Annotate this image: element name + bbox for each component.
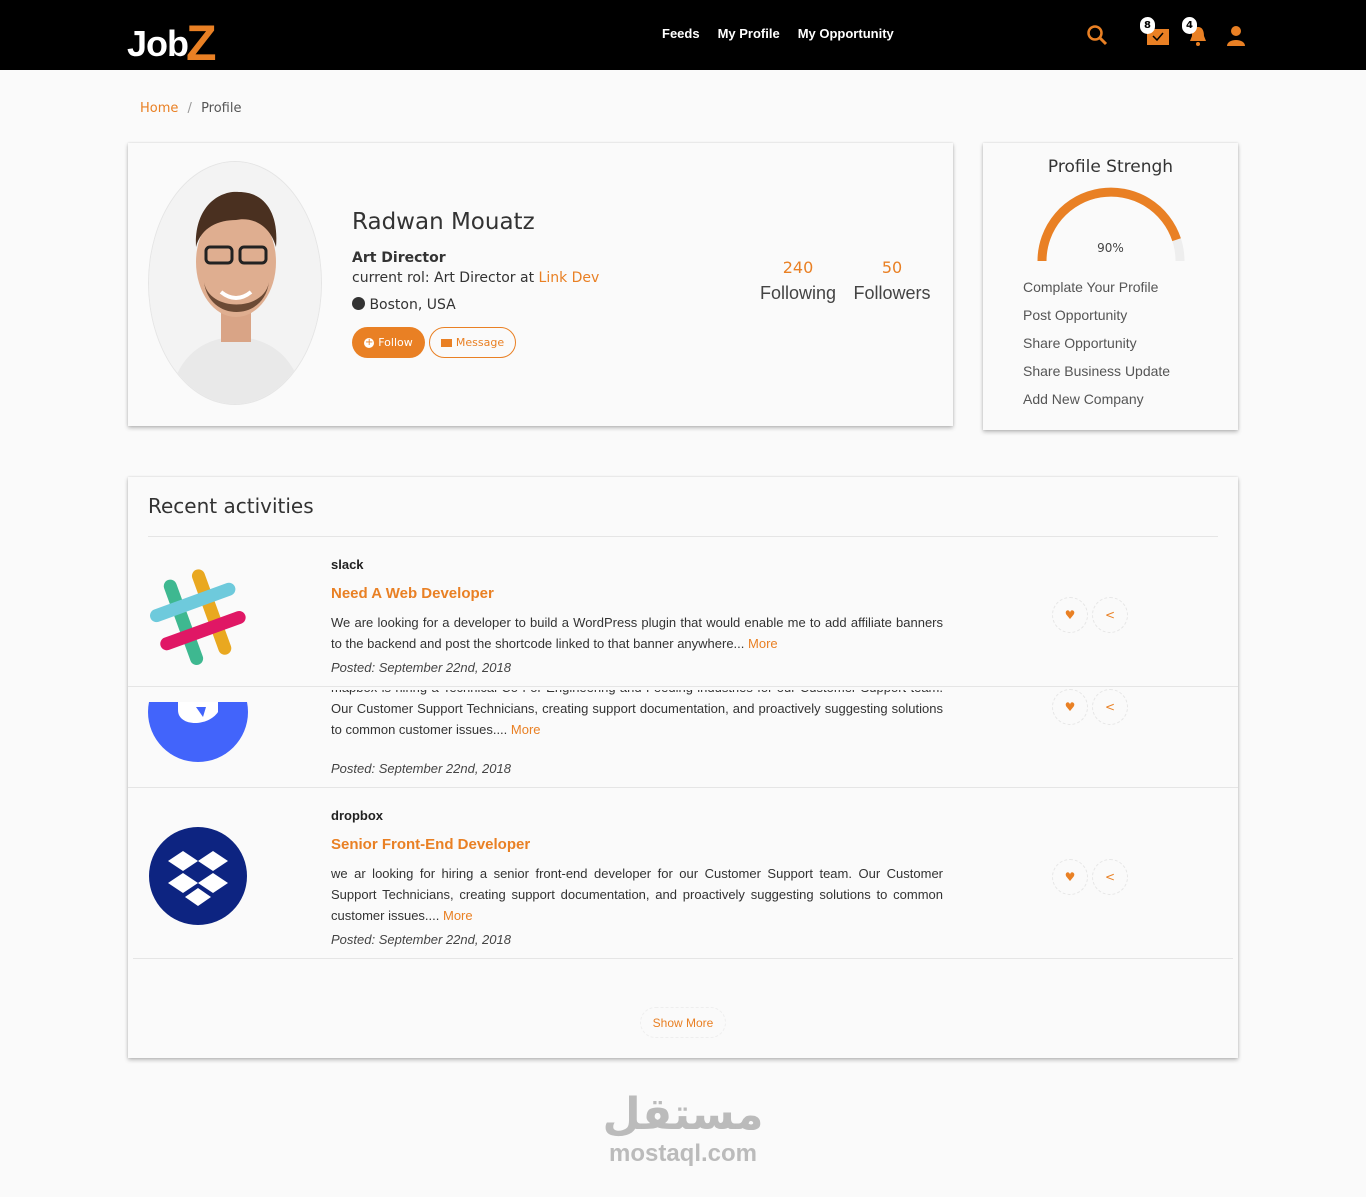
plus-circle-icon: + [364, 336, 375, 348]
share-button[interactable]: < [1092, 859, 1128, 895]
job-title[interactable]: Senior Front-End Developer [331, 836, 530, 853]
followers-stat[interactable]: 50 Followers [852, 258, 932, 304]
location-text: Boston, USA [369, 297, 456, 313]
message-label: Message [455, 336, 505, 349]
more-link[interactable]: More [748, 636, 778, 651]
follow-label: Follow [378, 336, 413, 349]
like-button[interactable]: ♥ [1052, 689, 1088, 725]
nav-my-opportunity[interactable]: My Opportunity [798, 26, 894, 41]
activity-item: mapbox is hiring a Technical Co f or Eng… [128, 687, 1238, 787]
breadcrumb: Home / Profile [140, 101, 241, 116]
company-name: dropbox [331, 808, 383, 823]
show-more-button[interactable]: Show More [640, 1007, 726, 1038]
logo-accent: Z [186, 15, 217, 71]
heart-icon: ♥ [1064, 870, 1076, 884]
search-icon[interactable] [1086, 24, 1108, 50]
follow-button[interactable]: + Follow [352, 327, 425, 358]
description-text: we ar looking for hiring a senior front-… [331, 866, 943, 923]
user-icon[interactable] [1226, 25, 1246, 51]
current-role-text: current rol: Art Director at [352, 270, 535, 286]
profile-title: Art Director [352, 250, 446, 266]
profile-name: Radwan Mouatz [352, 209, 535, 235]
profile-card: Radwan Mouatz Art Director current rol: … [128, 143, 953, 426]
job-description: we ar looking for hiring a senior front-… [331, 863, 943, 926]
share-button[interactable]: < [1092, 689, 1128, 725]
more-link[interactable]: More [511, 722, 541, 737]
mapbox-logo [148, 702, 248, 762]
posted-date: Posted: September 22nd, 2018 [331, 660, 511, 675]
activity-item: slack Need A Web Developer We are lookin… [128, 537, 1238, 686]
logo-text: Job [127, 23, 189, 64]
profile-strength-title: Profile Strengh [1047, 157, 1174, 177]
notifications-badge: 4 [1182, 17, 1197, 34]
following-label: Following [759, 283, 837, 303]
strength-item[interactable]: Complate Your Profile [1023, 279, 1170, 307]
messages-badge: 8 [1140, 17, 1155, 34]
breadcrumb-home[interactable]: Home [140, 101, 178, 116]
nav-feeds[interactable]: Feeds [662, 26, 700, 41]
company-name: slack [331, 557, 364, 572]
message-button[interactable]: Message [429, 327, 516, 358]
recent-activities-card: Recent activities slack Need A Web Devel… [128, 477, 1238, 1058]
dropbox-logo [149, 827, 247, 925]
strength-item[interactable]: Share Opportunity [1023, 335, 1170, 363]
logo[interactable]: JobZ [127, 10, 217, 71]
share-icon: < [1104, 608, 1116, 622]
posted-date: Posted: September 22nd, 2018 [331, 761, 511, 776]
current-role: current rol: Art Director at Link Dev [352, 270, 599, 286]
followers-count: 50 [881, 258, 903, 277]
watermark: مستقل mostaql.com [598, 1090, 768, 1168]
top-navbar: JobZ Feeds My Profile My Opportunity 8 4 [0, 0, 1366, 71]
share-icon: < [1104, 870, 1116, 884]
following-count: 240 [782, 258, 814, 277]
heart-icon: ♥ [1064, 608, 1076, 622]
envelope-icon [440, 338, 452, 347]
description-text: mapbox is hiring a Technical Co f or Eng… [331, 690, 943, 737]
nav-my-profile[interactable]: My Profile [718, 26, 780, 41]
company-link[interactable]: Link Dev [539, 270, 600, 286]
strength-item[interactable]: Add New Company [1023, 391, 1170, 419]
divider [133, 958, 1233, 959]
slack-logo [150, 569, 246, 665]
following-stat[interactable]: 240 Following [758, 258, 838, 304]
more-link[interactable]: More [443, 908, 473, 923]
watermark-arabic: مستقل [602, 1089, 764, 1140]
compass-icon [352, 297, 365, 310]
description-text: We are looking for a developer to build … [331, 615, 943, 651]
avatar [148, 161, 322, 405]
share-icon: < [1104, 700, 1116, 714]
strength-item[interactable]: Post Opportunity [1023, 307, 1170, 335]
watermark-latin: mostaql.com [608, 1140, 758, 1167]
breadcrumb-current: Profile [201, 101, 242, 116]
share-button[interactable]: < [1092, 597, 1128, 633]
posted-date: Posted: September 22nd, 2018 [331, 932, 511, 947]
like-button[interactable]: ♥ [1052, 859, 1088, 895]
job-description: We are looking for a developer to build … [331, 612, 943, 654]
activity-item: dropbox Senior Front-End Developer we ar… [128, 788, 1238, 958]
strength-item[interactable]: Share Business Update [1023, 363, 1170, 391]
job-description: mapbox is hiring a Technical Co f or Eng… [331, 690, 943, 753]
followers-label: Followers [853, 283, 931, 303]
job-title[interactable]: Need A Web Developer [331, 585, 494, 602]
like-button[interactable]: ♥ [1052, 597, 1088, 633]
profile-strength-card: Profile Strengh 90% Complate Your Profil… [983, 143, 1238, 430]
recent-activities-title: Recent activities [148, 494, 314, 518]
breadcrumb-separator: / [187, 101, 192, 116]
heart-icon: ♥ [1064, 700, 1076, 714]
location: Boston, USA [352, 297, 456, 313]
strength-percent: 90% [1097, 241, 1124, 255]
